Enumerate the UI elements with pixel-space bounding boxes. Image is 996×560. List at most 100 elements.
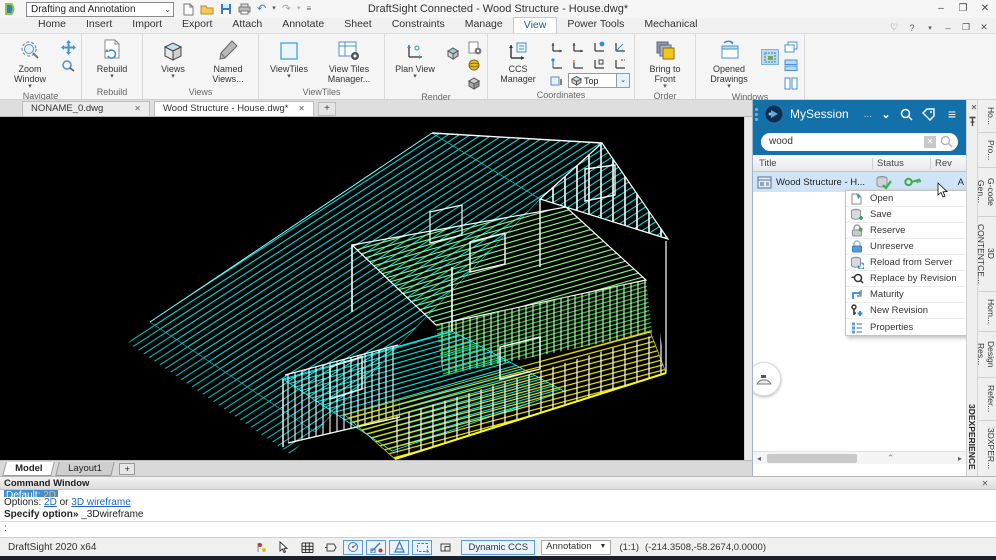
etrack-toggle[interactable] <box>389 539 410 555</box>
redo-dropdown[interactable]: ▾ <box>297 2 301 16</box>
search-input[interactable] <box>769 136 920 147</box>
ccs-view-button[interactable] <box>610 56 630 72</box>
ccs-entity-button[interactable] <box>568 56 588 72</box>
panel-menu-icon[interactable]: ≡ <box>944 106 960 122</box>
sheet-tab-layout1[interactable]: Layout1 <box>55 461 116 476</box>
redo-button[interactable]: ↷ <box>282 2 291 16</box>
tab-home[interactable]: Home <box>28 17 76 33</box>
tab-constraints[interactable]: Constraints <box>382 17 455 33</box>
render-cube-button[interactable] <box>444 45 462 61</box>
search-field[interactable]: ✕ <box>761 132 958 151</box>
search-clear-icon[interactable]: ✕ <box>924 135 936 148</box>
dynamic-ccs-button[interactable]: Dynamic CCS <box>461 539 536 555</box>
tab-insert[interactable]: Insert <box>76 17 122 33</box>
polar-toggle[interactable] <box>343 539 364 555</box>
menu-item-new-revision[interactable]: New Revision <box>846 303 966 319</box>
doc-tab-close-icon[interactable]: ✕ <box>298 104 305 113</box>
print-button[interactable] <box>238 3 251 15</box>
ccs-zaxis-button[interactable] <box>610 39 630 55</box>
doc-tab-wood-structure[interactable]: Wood Structure - House.dwg* ✕ <box>154 101 314 116</box>
menu-item-reserve[interactable]: Reserve <box>846 223 966 239</box>
tile-horizontal-button[interactable] <box>782 57 800 73</box>
rail-tab-2[interactable]: G-code Gen... <box>976 168 996 217</box>
pan-button[interactable] <box>59 39 77 55</box>
render-settings-button[interactable] <box>465 39 483 55</box>
open-file-button[interactable] <box>200 3 214 15</box>
scroll-left-icon[interactable]: ◂ <box>753 454 765 463</box>
new-file-button[interactable] <box>182 3 194 16</box>
plan-view-button[interactable]: Plan View ▾ <box>389 37 441 80</box>
menu-item-unreserve[interactable]: Unreserve <box>846 239 966 255</box>
doc-tab-noname[interactable]: NONAME_0.dwg ✕ <box>22 101 150 116</box>
sheet-tab-model[interactable]: Model <box>2 461 56 476</box>
ccs-origin-button[interactable] <box>589 39 609 55</box>
panel-horizontal-scrollbar[interactable]: ◂ ⌃ ▸ <box>753 451 966 464</box>
named-views-button[interactable]: Named Views... <box>202 37 254 84</box>
tile-vertical-button[interactable] <box>782 75 800 91</box>
workspace-selector[interactable]: Drafting and Annotation ⌄ <box>26 1 174 17</box>
ccs-named-button[interactable] <box>547 73 567 89</box>
option-3d-wireframe-link[interactable]: 3D wireframe <box>71 497 130 508</box>
command-window-header[interactable]: Command Window ✕ <box>0 477 996 490</box>
search-magnifier-icon[interactable] <box>940 135 953 148</box>
rail-tab-1[interactable]: Pro... <box>978 133 996 169</box>
menu-item-properties[interactable]: Properties <box>846 319 966 335</box>
tab-view[interactable]: View <box>512 17 558 33</box>
tab-sheet[interactable]: Sheet <box>334 17 381 33</box>
minimize-button[interactable]: – <box>930 1 952 17</box>
command-window-close-icon[interactable]: ✕ <box>978 479 992 488</box>
opened-drawings-button[interactable]: Opened Drawings ▾ <box>700 37 758 90</box>
doc-tab-close-icon[interactable]: ✕ <box>134 104 141 113</box>
rail-tab-0[interactable]: Ho... <box>978 100 996 133</box>
window-arrange-button[interactable] <box>761 49 779 65</box>
esnap-toggle[interactable] <box>366 539 387 555</box>
mouse-gestures-button[interactable] <box>753 362 781 396</box>
qat-customize-button[interactable]: ≡ <box>306 2 311 16</box>
views-button[interactable]: Views ▾ <box>147 37 199 80</box>
snap-toggle[interactable] <box>251 540 271 555</box>
tab-export[interactable]: Export <box>172 17 222 33</box>
drawing-viewport[interactable] <box>0 117 744 460</box>
tab-power-tools[interactable]: Power Tools <box>557 17 634 33</box>
bring-to-front-button[interactable]: Bring to Front ▾ <box>639 37 691 90</box>
render-material-button[interactable] <box>465 75 483 91</box>
panel-chevron-icon[interactable]: ⌄ <box>878 108 894 121</box>
viewport-vertical-scrollbar[interactable] <box>744 117 752 460</box>
rail-tab-6[interactable]: Refer... <box>978 378 996 421</box>
rebuild-button[interactable]: Rebuild ▾ <box>86 37 138 80</box>
scrollbar-thumb[interactable] <box>767 453 857 463</box>
ccs-manager-button[interactable]: CCS Manager <box>492 37 544 84</box>
ccs-3point-button[interactable] <box>547 56 567 72</box>
add-sheet-button[interactable]: + <box>119 462 136 475</box>
help-dropdown[interactable]: ▾ <box>922 24 938 32</box>
view-orientation-dropdown[interactable]: ⌄ <box>616 74 629 87</box>
option-2d-link[interactable]: 2D <box>44 497 57 508</box>
doc-close-button[interactable]: ✕ <box>976 22 992 33</box>
favorites-heart-icon[interactable]: ♡ <box>886 22 902 33</box>
frame-toggle[interactable] <box>412 539 433 555</box>
ccs-previous-button[interactable] <box>568 39 588 55</box>
rail-tab-4[interactable]: Hom... <box>978 292 996 332</box>
undo-button[interactable]: ↶ <box>257 2 266 16</box>
rail-tab-3[interactable]: 3D CONTENTCE... <box>976 217 996 292</box>
tab-manage[interactable]: Manage <box>455 17 513 33</box>
ccs-toggle[interactable] <box>435 540 455 555</box>
panel-ellipsis[interactable]: ... <box>864 109 872 120</box>
panel-tag-icon[interactable] <box>922 107 938 121</box>
new-doc-tab-button[interactable]: + <box>318 102 336 116</box>
menu-item-save[interactable]: Save <box>846 207 966 223</box>
rail-tab-7[interactable]: 3DXPER... <box>978 421 996 476</box>
command-history[interactable]: Default: 2D Options: 2D or 3D wireframe … <box>0 490 996 521</box>
tab-mechanical[interactable]: Mechanical <box>634 17 707 33</box>
ccs-face-button[interactable] <box>589 56 609 72</box>
pointer-toggle[interactable] <box>274 540 294 555</box>
save-button[interactable] <box>220 3 232 15</box>
ccs-world-button[interactable] <box>547 39 567 55</box>
viewtiles-button[interactable]: ViewTiles ▾ <box>263 37 315 80</box>
column-status[interactable]: Status <box>873 157 931 169</box>
menu-item-replace-by-revision[interactable]: Replace by Revision <box>846 271 966 287</box>
result-row-wood-structure[interactable]: Wood Structure - H... A <box>753 172 966 192</box>
ortho-toggle[interactable] <box>320 540 340 555</box>
undo-dropdown[interactable]: ▾ <box>272 2 276 16</box>
tab-annotate[interactable]: Annotate <box>272 17 334 33</box>
